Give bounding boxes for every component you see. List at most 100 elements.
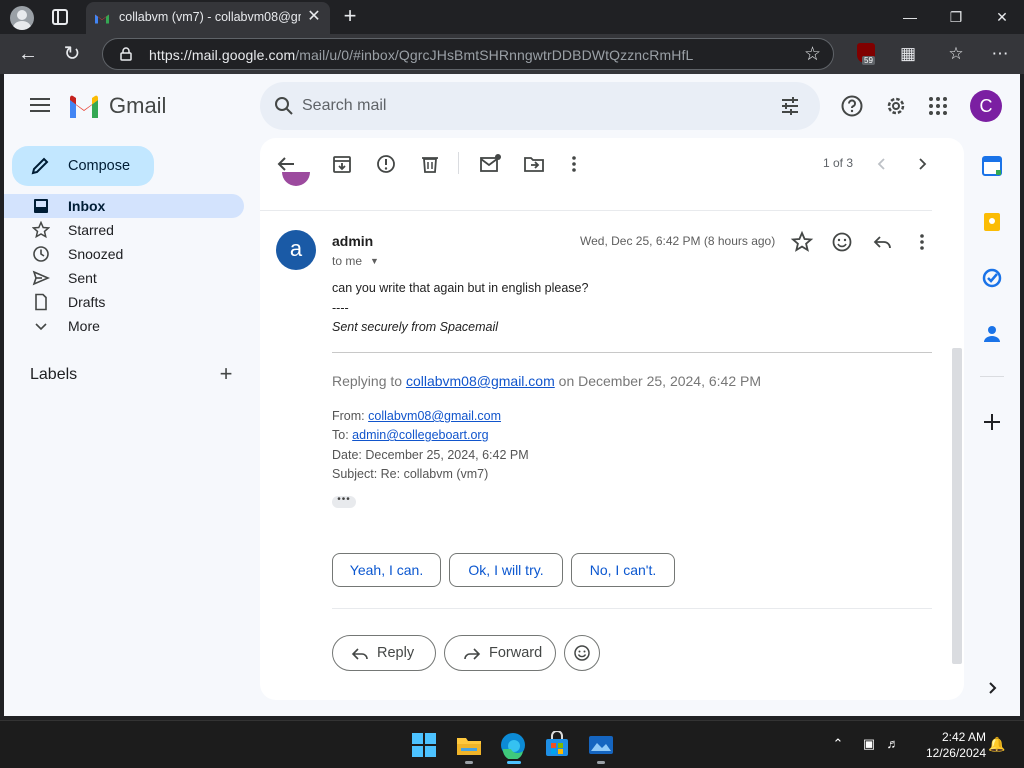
compose-label: Compose — [68, 158, 131, 174]
collabvm-app-icon[interactable] — [587, 731, 615, 759]
draft-file-icon — [35, 293, 47, 311]
quote-subject-line: Subject: Re: collabvm (vm7) — [332, 467, 489, 481]
system-clock[interactable]: 2:42 AM 12/26/2024 — [914, 729, 986, 761]
browser-profile-icon[interactable] — [10, 6, 34, 30]
more-options-icon[interactable] — [562, 152, 586, 176]
quote-date-line: Date: December 25, 2024, 6:42 PM — [332, 448, 529, 462]
running-indicator — [465, 761, 473, 764]
create-label-plus-icon[interactable]: + — [216, 363, 236, 385]
hide-side-panel-chevron-icon[interactable] — [980, 676, 1004, 700]
message-scrollbar[interactable] — [952, 348, 962, 664]
recipient-to-me: to me — [332, 254, 363, 268]
clock-icon — [33, 246, 49, 262]
show-hidden-icons-chevron-icon[interactable]: ⌃ — [829, 735, 847, 753]
account-avatar[interactable]: C — [970, 90, 1002, 122]
emoji-reaction-button[interactable] — [564, 635, 600, 671]
browser-tab-strip: collabvm (vm7) - collabvm08@gmail.com ✕ … — [0, 0, 1024, 34]
gmail-wordmark: Gmail — [109, 93, 167, 118]
reply-button[interactable]: Reply — [332, 635, 436, 671]
newer-chevron-left-icon[interactable] — [870, 152, 894, 176]
tasks-app-icon[interactable] — [980, 266, 1004, 290]
forward-arrow-icon — [464, 648, 481, 660]
main-menu-icon[interactable] — [30, 98, 50, 112]
network-icon[interactable]: ▣ — [860, 735, 878, 753]
replying-to-email-link[interactable]: collabvm08@gmail.com — [406, 373, 555, 389]
sidebar-item-more[interactable]: More — [4, 314, 244, 338]
archive-icon[interactable] — [330, 152, 354, 176]
report-spam-icon[interactable] — [374, 152, 398, 176]
url-field[interactable]: https://mail.google.com/mail/u/0/#inbox/… — [102, 38, 834, 70]
calendar-app-icon[interactable] — [980, 154, 1004, 178]
notification-bell-icon[interactable]: 🔔 — [988, 735, 1006, 753]
tab-actions-icon[interactable] — [52, 9, 68, 25]
search-options-icon[interactable] — [780, 96, 800, 116]
delete-trash-icon[interactable] — [418, 152, 442, 176]
restore-window-icon[interactable]: ❐ — [936, 4, 976, 30]
back-arrow-icon[interactable]: ← — [16, 42, 40, 66]
clock-time: 2:42 AM — [941, 730, 986, 744]
new-tab-button[interactable]: + — [338, 4, 362, 28]
minimize-window-icon[interactable]: — — [890, 4, 930, 30]
to-email-link[interactable]: admin@collegeboart.org — [352, 428, 488, 442]
edge-browser-icon[interactable] — [499, 731, 527, 759]
mark-unread-icon[interactable] — [478, 152, 502, 176]
labels-heading: Labels — [30, 366, 78, 383]
extensions-puzzle-icon[interactable]: ▦ — [896, 42, 920, 66]
reload-icon[interactable]: ↻ — [60, 42, 84, 66]
url-text: https://mail.google.com/mail/u/0/#inbox/… — [149, 47, 694, 63]
google-apps-icon[interactable] — [926, 94, 950, 118]
windows-start-icon[interactable] — [410, 731, 438, 759]
message-body-text: can you write that again but in english … — [332, 281, 589, 295]
sidebar-item-inbox[interactable]: Inbox — [4, 194, 244, 218]
sidebar-item-label: Inbox — [68, 198, 106, 214]
message-more-icon[interactable] — [910, 230, 934, 254]
smart-reply-try-button[interactable]: Ok, I will try. — [449, 553, 563, 587]
compose-button[interactable]: Compose — [12, 146, 154, 186]
signature-separator: ---- — [332, 301, 349, 315]
from-email-link[interactable]: collabvm08@gmail.com — [368, 409, 501, 423]
sidebar-item-sent[interactable]: Sent — [4, 266, 244, 290]
quote-from-line: From: collabvm08@gmail.com — [332, 409, 501, 423]
microsoft-store-icon[interactable] — [543, 731, 571, 759]
close-window-icon[interactable]: ✕ — [982, 4, 1022, 30]
gmail-logo-icon[interactable] — [68, 94, 100, 118]
previous-message-avatar — [282, 172, 310, 186]
forward-button[interactable]: Forward — [444, 635, 556, 671]
show-details-caret-icon[interactable]: ▼ — [370, 256, 379, 266]
contacts-app-icon[interactable] — [980, 322, 1004, 346]
browser-tab-gmail[interactable]: collabvm (vm7) - collabvm08@gmail.com ✕ — [86, 2, 330, 34]
keep-notes-app-icon[interactable] — [980, 210, 1004, 234]
site-info-icon[interactable] — [119, 47, 133, 61]
sender-avatar: a — [276, 230, 316, 270]
show-trimmed-content-button[interactable]: ••• — [332, 495, 356, 508]
sidebar-item-drafts[interactable]: Drafts — [4, 290, 244, 314]
search-icon[interactable] — [274, 96, 294, 116]
sender-name[interactable]: admin — [332, 233, 373, 249]
smart-reply-yeah-button[interactable]: Yeah, I can. — [332, 553, 441, 587]
sidebar-item-starred[interactable]: Starred — [4, 218, 244, 242]
message-pane: 1 of 3 a admin to me ▼ Wed, Dec 25, 6:42… — [260, 138, 964, 700]
help-icon[interactable] — [840, 94, 864, 118]
settings-gear-icon[interactable] — [884, 94, 908, 118]
browser-menu-icon[interactable]: ⋯ — [988, 42, 1012, 66]
smart-reply-cant-button[interactable]: No, I can't. — [571, 553, 675, 587]
star-message-icon[interactable] — [790, 230, 814, 254]
pager-count: 1 of 3 — [823, 156, 854, 170]
move-to-folder-icon[interactable] — [522, 152, 546, 176]
favorites-icon[interactable]: ☆ — [944, 42, 968, 66]
smiley-icon — [574, 645, 590, 661]
bookmark-star-icon[interactable]: ☆ — [804, 43, 821, 66]
search-input[interactable] — [302, 94, 762, 118]
side-panel-divider — [980, 376, 1004, 377]
file-explorer-icon[interactable] — [455, 731, 483, 759]
get-addons-plus-icon[interactable] — [980, 410, 1004, 434]
older-chevron-right-icon[interactable] — [910, 152, 934, 176]
running-indicator — [597, 761, 605, 764]
volume-icon[interactable]: ♬ — [884, 735, 902, 753]
add-reaction-icon[interactable] — [830, 230, 854, 254]
tab-close-icon[interactable]: ✕ — [304, 7, 324, 27]
sidebar-item-snoozed[interactable]: Snoozed — [4, 242, 244, 266]
reply-arrow-icon[interactable] — [870, 230, 894, 254]
ublock-badge: 59 — [862, 56, 875, 65]
windows-taskbar: ⌃ ▣ ♬ 2:42 AM 12/26/2024 🔔 — [0, 720, 1024, 768]
